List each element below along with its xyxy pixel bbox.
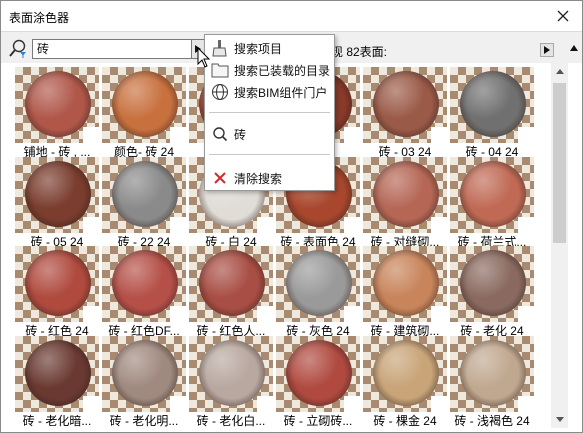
material-sphere (112, 161, 178, 227)
surface-tile[interactable]: 砖 - 棵金 24 (361, 336, 449, 428)
surface-preview (102, 67, 186, 143)
surface-tile[interactable]: 砖 - 立砌砖... (274, 336, 362, 428)
material-sphere (199, 340, 265, 406)
scroll-down-arrow[interactable] (551, 411, 568, 428)
material-sphere (373, 71, 439, 137)
chevron-down-icon (555, 417, 564, 422)
surface-preview (15, 246, 99, 322)
surface-tile[interactable]: 砖 - 05 24 (13, 157, 101, 249)
scrollbar-thumb[interactable] (553, 83, 566, 243)
surface-label: 砖 - 老化白... (196, 414, 266, 428)
material-sphere (25, 71, 91, 137)
material-sphere (25, 250, 91, 316)
surface-tile[interactable]: 砖 - 老化白... (187, 336, 275, 428)
surface-preview (102, 157, 186, 233)
search-filter-icon[interactable] (7, 38, 29, 60)
close-button[interactable] (552, 5, 574, 27)
material-sphere (112, 340, 178, 406)
brush-icon (209, 38, 231, 58)
surface-label: 砖 - 老化明... (109, 414, 179, 428)
surface-label: 砖 - 老化暗... (22, 414, 92, 428)
search-icon (209, 124, 231, 144)
window-title: 表面涂色器 (9, 11, 70, 25)
surface-preview (363, 246, 447, 322)
surface-tile[interactable]: 砖 - 红色DF... (100, 246, 188, 338)
surface-tile[interactable]: 砖 - 红色 24 (13, 246, 101, 338)
search-options-menu: 搜索项目 搜索已装载的目录 搜索BIM组件门户 砖 清除搜索 (204, 34, 335, 191)
surface-preview (363, 157, 447, 233)
surface-preview (102, 246, 186, 322)
surface-preview (15, 336, 99, 412)
menu-item-recent-search[interactable]: 砖 (205, 123, 334, 145)
surface-preview (450, 246, 534, 322)
menu-item-search-bim-portal[interactable]: 搜索BIM组件门户 (205, 81, 334, 103)
surface-tile[interactable]: 砖 - 荷兰式... (448, 157, 536, 249)
surface-preview (15, 157, 99, 233)
surface-tile[interactable]: 砖 - 老化 24 (448, 246, 536, 338)
material-sphere (373, 340, 439, 406)
surface-preview (102, 336, 186, 412)
surface-preview (450, 157, 534, 233)
surface-tile[interactable]: 砖 - 建筑砌... (361, 246, 449, 338)
surface-tile[interactable]: 砖 - 灰色 24 (274, 246, 362, 338)
surface-tile[interactable]: 砖 - 04 24 (448, 67, 536, 159)
results-count: 现 82表面: (331, 45, 388, 59)
search-input[interactable]: 砖 (32, 39, 192, 59)
menu-separator (209, 154, 330, 155)
material-sphere (286, 250, 352, 316)
surface-label: 砖 - 浅褐色 24 (454, 414, 530, 428)
material-sphere (112, 250, 178, 316)
surface-preview (276, 336, 360, 412)
surface-preview (363, 67, 447, 143)
surface-tile[interactable]: 砖 - 老化明... (100, 336, 188, 428)
surface-label: 砖 - 棵金 24 (373, 414, 437, 428)
material-sphere (25, 161, 91, 227)
surface-preview (363, 336, 447, 412)
surface-label: 砖 - 立砌砖... (283, 414, 353, 428)
menu-item-search-project[interactable]: 搜索项目 (205, 37, 334, 59)
menu-separator (209, 112, 330, 113)
material-sphere (460, 340, 526, 406)
material-sphere (286, 340, 352, 406)
menu-item-clear-search[interactable]: 清除搜索 (205, 167, 334, 189)
surface-tile[interactable]: 砖 - 03 24 (361, 67, 449, 159)
material-sphere (460, 250, 526, 316)
material-sphere (25, 340, 91, 406)
material-sphere (460, 71, 526, 137)
material-sphere (460, 161, 526, 227)
scroll-up-arrow[interactable] (551, 63, 568, 80)
surface-painter-window: 表面涂色器 砖 现 82表面: 铺地 - 砖 , ...颜色- 砖 2424砖 … (0, 0, 583, 433)
close-icon (557, 10, 569, 22)
surface-tile[interactable]: 颜色- 砖 24 (100, 67, 188, 159)
surface-preview (189, 336, 273, 412)
menu-item-search-loaded-libraries[interactable]: 搜索已装载的目录 (205, 59, 334, 81)
clear-icon (209, 168, 231, 188)
globe-icon (209, 82, 231, 102)
triangle-up-icon (570, 45, 578, 51)
surface-tile[interactable]: 砖 - 对缝砌... (361, 157, 449, 249)
surface-preview (189, 246, 273, 322)
options-menu-button[interactable] (567, 41, 581, 55)
material-sphere (373, 250, 439, 316)
surface-preview (450, 67, 534, 143)
triangle-right-icon (544, 46, 550, 54)
chevron-up-icon (555, 69, 564, 74)
surface-tile[interactable]: 铺地 - 砖 , ... (13, 67, 101, 159)
title-bar: 表面涂色器 (1, 1, 582, 31)
mouse-cursor-icon (197, 46, 211, 69)
surface-preview (450, 336, 534, 412)
surface-tile[interactable]: 砖 - 浅褐色 24 (448, 336, 536, 428)
surface-preview (15, 67, 99, 143)
material-sphere (373, 161, 439, 227)
scroll-right-button[interactable] (540, 43, 554, 57)
material-sphere (112, 71, 178, 137)
vertical-scrollbar[interactable] (551, 63, 568, 428)
surface-tile[interactable]: 砖 - 22 24 (100, 157, 188, 249)
surface-preview (276, 246, 360, 322)
surface-tile[interactable]: 砖 - 红色人... (187, 246, 275, 338)
material-sphere (199, 250, 265, 316)
surface-tile[interactable]: 砖 - 老化暗... (13, 336, 101, 428)
folder-icon (209, 60, 231, 80)
